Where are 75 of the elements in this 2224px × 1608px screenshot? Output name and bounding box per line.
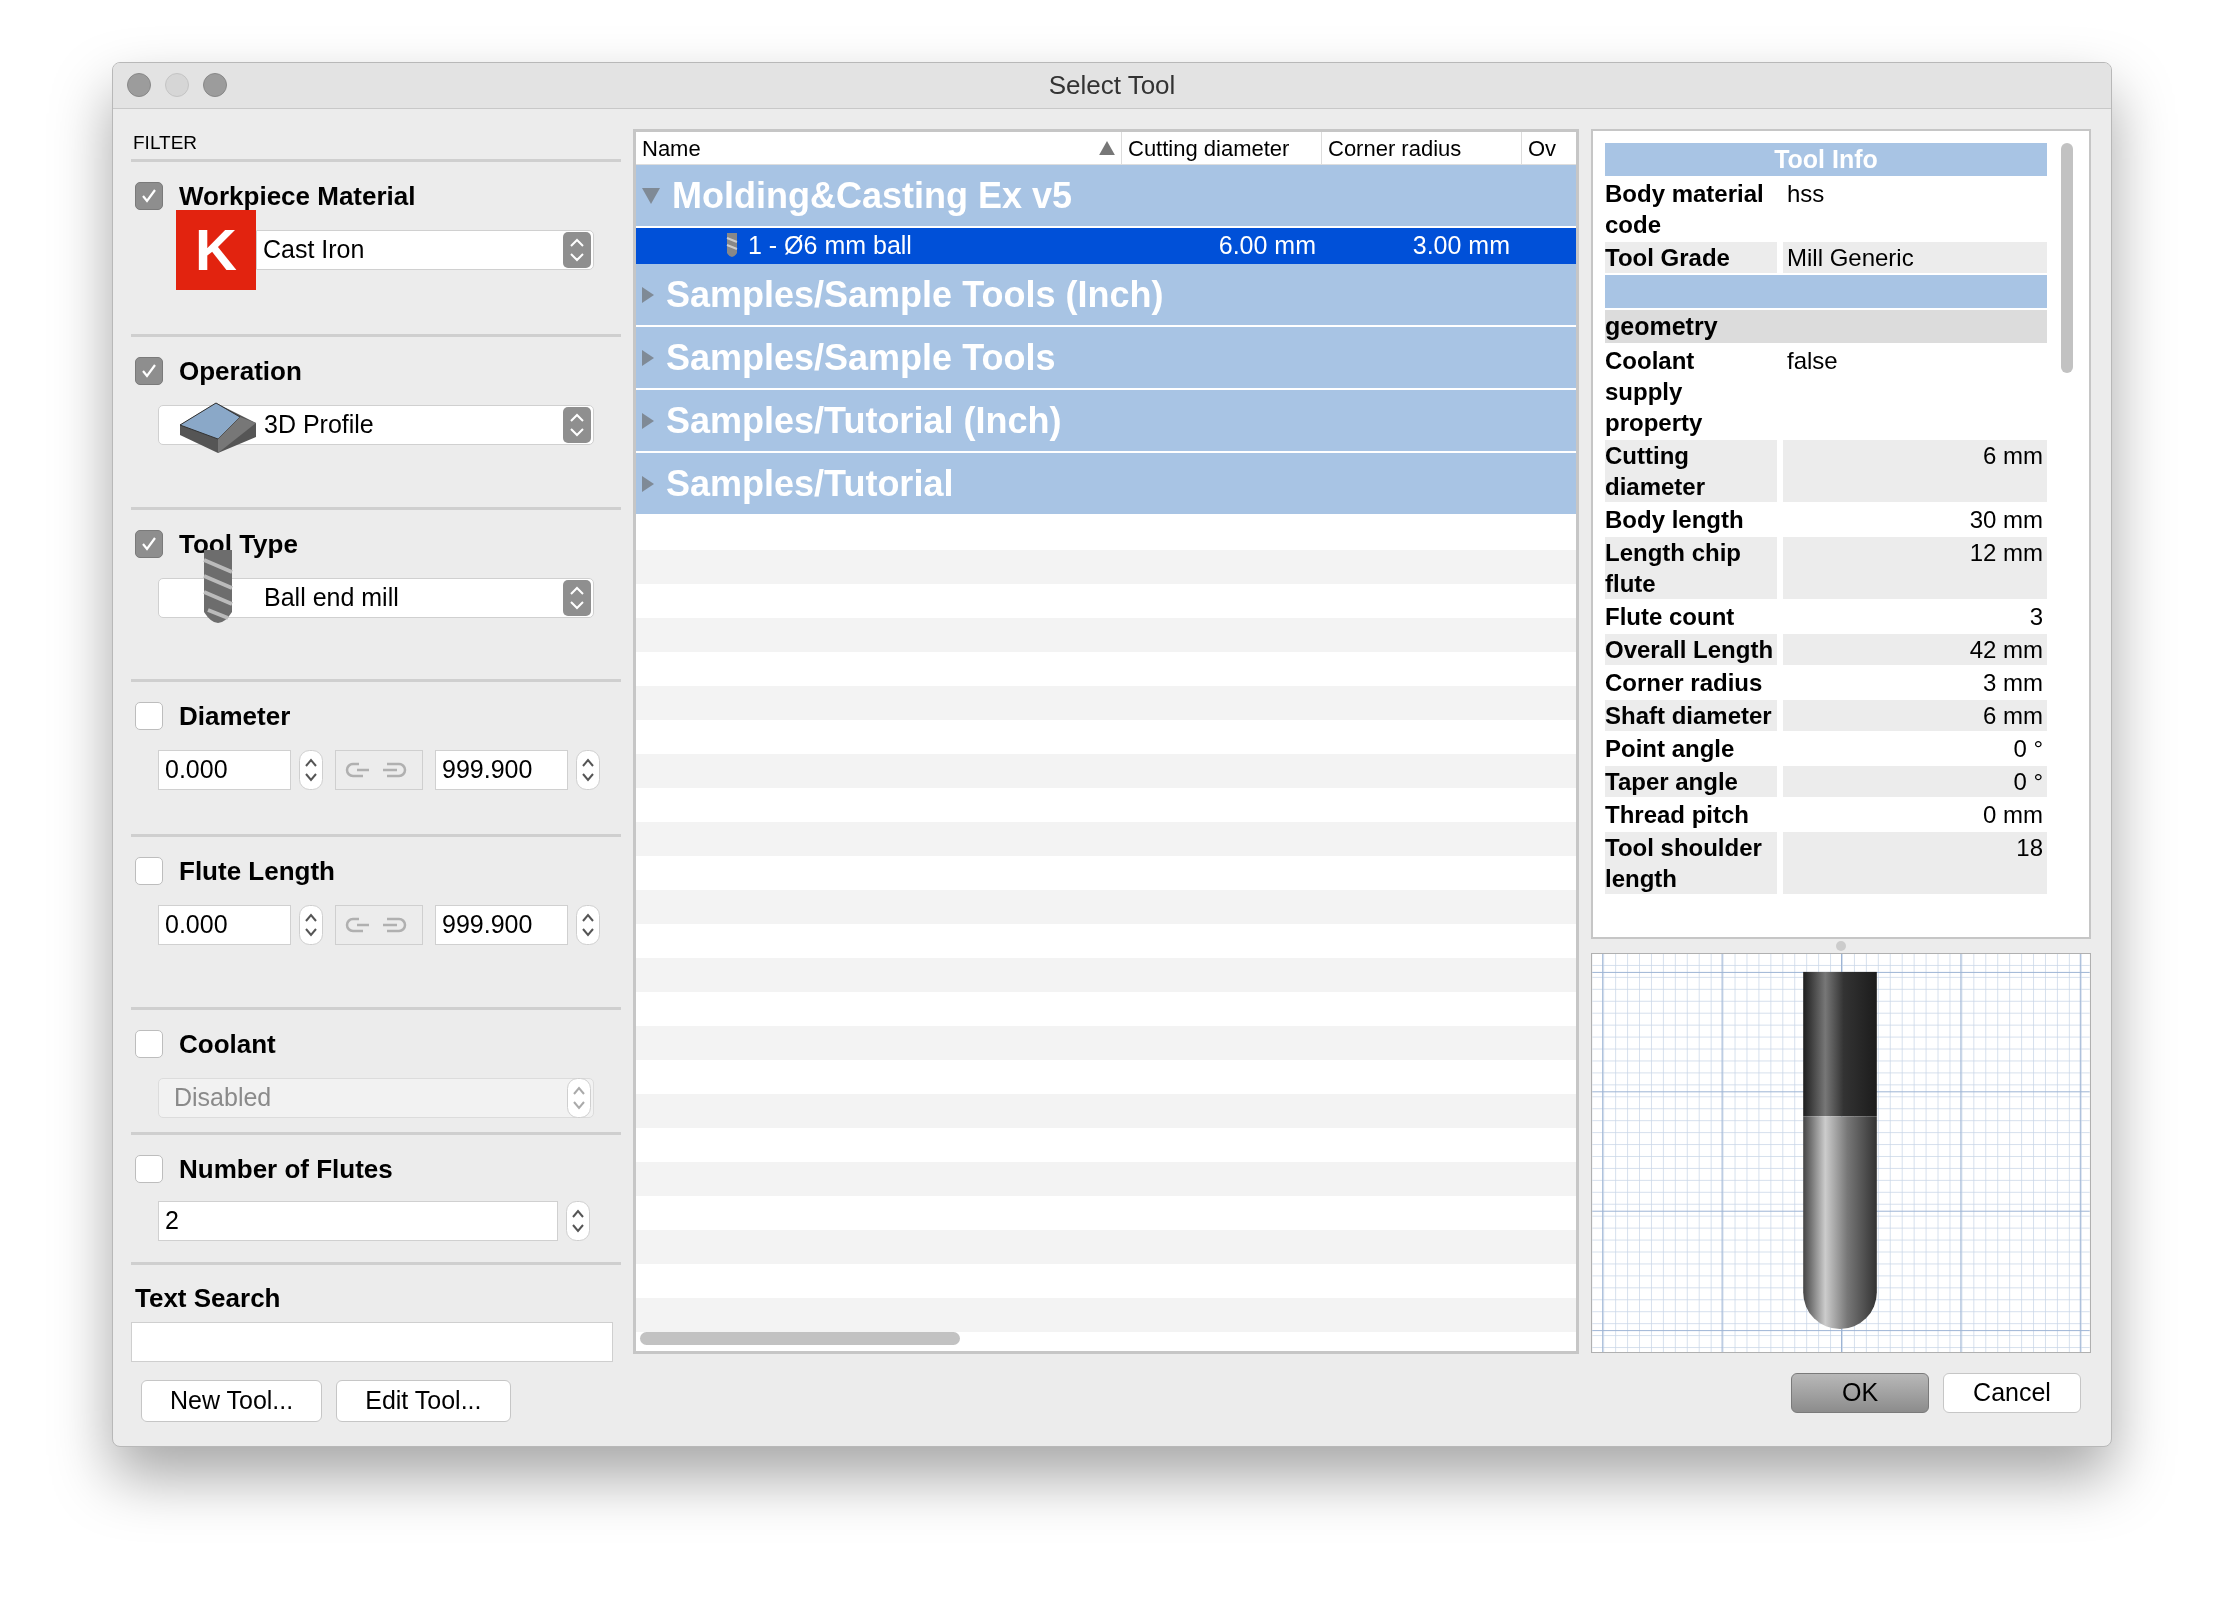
stepper-icon — [563, 580, 591, 616]
checkbox[interactable] — [135, 182, 163, 210]
text-search-label: Text Search — [134, 1282, 282, 1315]
tool-button[interactable]: New Tool... — [141, 1380, 323, 1422]
property-name: Tool shoulder length — [1605, 832, 1777, 894]
link-icon[interactable] — [335, 905, 423, 945]
number-field[interactable]: 999.900 — [435, 905, 568, 945]
section-label: Flute Length — [179, 854, 335, 888]
property-value: 18 — [1783, 832, 2047, 894]
collapse-triangle-icon[interactable] — [642, 187, 660, 204]
stepper-icon[interactable] — [299, 750, 323, 790]
checkbox[interactable] — [135, 530, 163, 558]
check-icon — [140, 362, 158, 380]
section-label: Coolant — [179, 1027, 276, 1061]
property-name: Overall Length — [1605, 634, 1777, 665]
property-value: 0 ° — [1783, 766, 2047, 797]
zoom-button[interactable] — [203, 73, 227, 97]
splitter-handle[interactable] — [1836, 941, 1846, 951]
tool-row[interactable]: 1 - Ø6 mm ball 6.00 mm 3.00 mm — [636, 228, 1576, 264]
checkbox[interactable] — [135, 357, 163, 385]
column-header[interactable]: Ov — [1522, 132, 1576, 164]
column-header[interactable]: Corner radius — [1322, 132, 1522, 164]
sort-ascending-icon — [1099, 141, 1115, 155]
property-value: 6 mm — [1783, 700, 2047, 731]
expand-triangle-icon[interactable] — [642, 475, 654, 492]
section-label: Number of Flutes — [179, 1152, 393, 1186]
check-icon — [140, 535, 158, 553]
horizontal-scrollbar[interactable] — [640, 1332, 960, 1345]
expand-triangle-icon[interactable] — [642, 286, 654, 303]
checkbox[interactable] — [135, 1155, 163, 1183]
property-name: Taper angle — [1605, 766, 1777, 797]
number-field[interactable]: 0.000 — [158, 905, 291, 945]
property-value: Mill Generic — [1783, 242, 2047, 273]
section-label: geometry — [1605, 310, 2047, 343]
end-mill-icon — [726, 233, 738, 259]
property-name: Tool Grade — [1605, 242, 1777, 273]
section-label: Operation — [179, 354, 302, 388]
property-value: 12 mm — [1783, 537, 2047, 599]
property-value: 42 mm — [1783, 634, 2047, 665]
tool-info-title: Tool Info — [1605, 143, 2047, 176]
window-title: Select Tool — [1048, 69, 1176, 102]
dropdown[interactable]: Ball end mill — [158, 578, 594, 618]
stepper-icon[interactable] — [576, 905, 600, 945]
minimize-button[interactable] — [165, 73, 189, 97]
column-header[interactable]: Cutting diameter — [1122, 132, 1322, 164]
column-header[interactable]: Name — [636, 132, 1122, 164]
number-field[interactable]: 0.000 — [158, 750, 291, 790]
stepper-icon — [563, 407, 591, 443]
property-name: Length chip flute — [1605, 537, 1777, 599]
dialog-button[interactable]: Cancel — [1943, 1373, 2081, 1413]
expand-triangle-icon[interactable] — [642, 349, 654, 366]
dropdown[interactable]: Cast Iron — [256, 230, 594, 270]
close-button[interactable] — [127, 73, 151, 97]
section-label: Diameter — [179, 699, 291, 733]
number-field[interactable]: 999.900 — [435, 750, 568, 790]
material-badge: K — [176, 210, 256, 290]
dialog-button[interactable]: OK — [1791, 1373, 1929, 1413]
text-search-field[interactable] — [131, 1322, 613, 1362]
section-label: Workpiece Material — [179, 179, 416, 213]
property-name: Shaft diameter — [1605, 700, 1777, 731]
stepper-icon[interactable] — [299, 905, 323, 945]
stepper-icon[interactable] — [566, 1201, 590, 1241]
stepper-icon[interactable] — [576, 750, 600, 790]
checkbox[interactable] — [135, 857, 163, 885]
filter-heading: FILTER — [132, 131, 199, 155]
expand-triangle-icon[interactable] — [642, 412, 654, 429]
property-name: Cutting diameter — [1605, 440, 1777, 502]
stepper-icon — [563, 232, 591, 268]
link-icon[interactable] — [335, 750, 423, 790]
check-icon — [140, 187, 158, 205]
checkbox[interactable] — [135, 702, 163, 730]
tool-button[interactable]: Edit Tool... — [336, 1380, 511, 1422]
property-value: 6 mm — [1783, 440, 2047, 502]
number-field[interactable]: 2 — [158, 1201, 558, 1241]
vertical-scrollbar[interactable] — [2061, 143, 2073, 373]
